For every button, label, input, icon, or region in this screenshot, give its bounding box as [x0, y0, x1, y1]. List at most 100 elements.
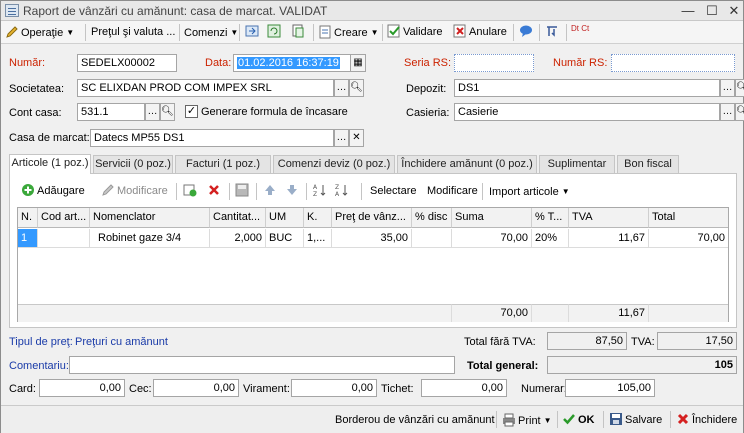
societatea-search-button[interactable]: 🔍︎ [349, 79, 364, 97]
creare-menu[interactable]: Creare ▼ [318, 23, 379, 42]
selectare-button[interactable]: Selectare [370, 182, 416, 201]
column-header[interactable]: N. [18, 208, 38, 228]
sort-az-icon: AZ [313, 184, 326, 197]
generare-checkbox[interactable]: ✓ [185, 105, 198, 118]
casieria-search-button[interactable]: 🔍︎ [735, 103, 744, 121]
table-cell[interactable]: 11,67 [569, 229, 649, 248]
tab-servicii[interactable]: Servicii (0 poz.) [93, 155, 173, 173]
comentariu-field[interactable] [69, 356, 455, 374]
salvare-button[interactable]: Salvare [609, 411, 662, 430]
import-articole-menu[interactable]: Import articole ▼ [489, 182, 570, 201]
virament-label: Virament: [243, 383, 290, 395]
search-icon: 🔍︎ [736, 106, 744, 117]
toolbar-separator [229, 183, 230, 200]
move-down-button[interactable] [285, 182, 301, 201]
toolbar-separator [482, 183, 483, 200]
table-cell[interactable]: Robinet gaze 3/4 [90, 229, 210, 248]
virament-field[interactable]: 0,00 [291, 379, 377, 397]
table-cell[interactable]: 20% [532, 229, 569, 248]
ok-button[interactable]: OK [562, 411, 595, 430]
seria-rs-label: Seria RS: [404, 57, 452, 69]
inchidere-button[interactable]: Închidere [676, 411, 737, 430]
casa-marcat-field[interactable]: Datecs MP55 DS1 [90, 129, 334, 147]
casa-marcat-clear-button[interactable]: ✕ [349, 129, 364, 147]
cont-casa-browse-button[interactable]: … [145, 103, 160, 121]
tab-articole[interactable]: Articole (1 poz.) [9, 154, 91, 174]
minimize-button[interactable]: — [679, 2, 697, 19]
tab-facturi[interactable]: Facturi (1 poz.) [175, 155, 271, 173]
numar-field[interactable]: SEDELX00002 [77, 54, 177, 72]
toolbar-separator [306, 183, 307, 200]
table-cell[interactable]: 70,00 [649, 229, 728, 248]
numar-rs-field[interactable] [611, 54, 735, 72]
table-cell[interactable] [412, 229, 452, 248]
column-header[interactable]: UM [266, 208, 304, 228]
total-fara-tva-label: Total fără TVA: [464, 336, 536, 348]
cont-casa-field[interactable]: 531.1 [77, 103, 145, 121]
table-cell[interactable]: 35,00 [332, 229, 412, 248]
messages-button[interactable] [519, 23, 535, 42]
import-icon [245, 25, 259, 37]
table-cell[interactable]: 70,00 [452, 229, 532, 248]
calendar-button[interactable]: ▦ [351, 54, 366, 72]
casa-marcat-browse-button[interactable]: … [334, 129, 349, 147]
tab-comenzi-deviz[interactable]: Comenzi deviz (0 poz.) [273, 155, 395, 173]
societatea-field[interactable]: SC ELIXDAN PROD COM IMPEX SRL [77, 79, 334, 97]
column-header[interactable]: TVA [569, 208, 649, 228]
import-button[interactable] [245, 23, 261, 42]
tab-inchidere-amanunt[interactable]: Închidere amănunt (0 poz.) [397, 155, 537, 173]
tab-bon-fiscal[interactable]: Bon fiscal [617, 155, 679, 173]
depozit-browse-button[interactable]: … [720, 79, 735, 97]
column-header[interactable]: Preţ de vânz... [332, 208, 412, 228]
sort-ascending-button[interactable]: AZ [313, 182, 329, 201]
numerar-field[interactable]: 105,00 [565, 379, 655, 397]
column-header[interactable]: Total [649, 208, 728, 228]
operatie-menu[interactable]: Operaţie ▼ [5, 23, 74, 42]
save-row-button[interactable] [235, 182, 251, 201]
column-header[interactable]: % disc [412, 208, 452, 228]
close-button[interactable]: ✕ [725, 2, 743, 19]
table-cell[interactable]: 1,... [304, 229, 332, 248]
depozit-field[interactable]: DS1 [454, 79, 720, 97]
tip-pret-value[interactable]: Preţuri cu amănunt [75, 336, 168, 348]
row-number-cell[interactable]: 1 [18, 229, 38, 248]
insert-row-button[interactable] [183, 182, 199, 201]
pret-valuta-button[interactable]: Preţul şi valuta ... [91, 23, 175, 42]
column-header[interactable]: K. [304, 208, 332, 228]
print-menu[interactable]: Print ▼ [502, 411, 552, 430]
anulare-button[interactable]: Anulare [453, 23, 507, 42]
tichet-field[interactable]: 0,00 [421, 379, 507, 397]
casieria-field[interactable]: Casierie [454, 103, 720, 121]
copy-button[interactable] [291, 23, 307, 42]
column-header[interactable]: Suma [452, 208, 532, 228]
modificare-button[interactable]: Modificare [427, 182, 478, 201]
tab-suplimentar[interactable]: Suplimentar [539, 155, 615, 173]
societatea-browse-button[interactable]: … [334, 79, 349, 97]
refresh-button[interactable] [267, 23, 283, 42]
dtct-button[interactable]: Dt Ct [571, 24, 591, 43]
depozit-search-button[interactable]: 🔍︎ [735, 79, 744, 97]
cont-casa-search-button[interactable]: 🔍︎ [160, 103, 175, 121]
delete-row-button[interactable] [207, 182, 223, 201]
sort-descending-button[interactable]: ZA [335, 182, 351, 201]
validare-button[interactable]: Validare [387, 23, 443, 42]
column-header[interactable]: Cantitat... [210, 208, 266, 228]
seria-rs-field[interactable] [454, 54, 534, 72]
comenzi-menu[interactable]: Comenzi ▼ [184, 23, 238, 42]
maximize-button[interactable]: ☐ [703, 2, 721, 19]
card-field[interactable]: 0,00 [39, 379, 125, 397]
data-field[interactable]: 01.02.2016 16:37:19 [233, 54, 351, 72]
table-cell[interactable] [38, 229, 90, 248]
casieria-browse-button[interactable]: … [720, 103, 735, 121]
move-up-button[interactable] [263, 182, 279, 201]
table-cell[interactable]: BUC [266, 229, 304, 248]
adaugare-button[interactable]: Adăugare [21, 182, 85, 201]
filter-button[interactable] [545, 23, 561, 42]
table-cell[interactable]: 2,000 [210, 229, 266, 248]
column-header[interactable]: % T... [532, 208, 569, 228]
column-header[interactable]: Nomenclator [90, 208, 210, 228]
column-header[interactable]: Cod art... [38, 208, 90, 228]
borderou-button[interactable]: Borderou de vânzări cu amănunt [335, 411, 495, 430]
modificare-disabled-button[interactable]: Modificare [101, 182, 168, 201]
cec-field[interactable]: 0,00 [153, 379, 239, 397]
